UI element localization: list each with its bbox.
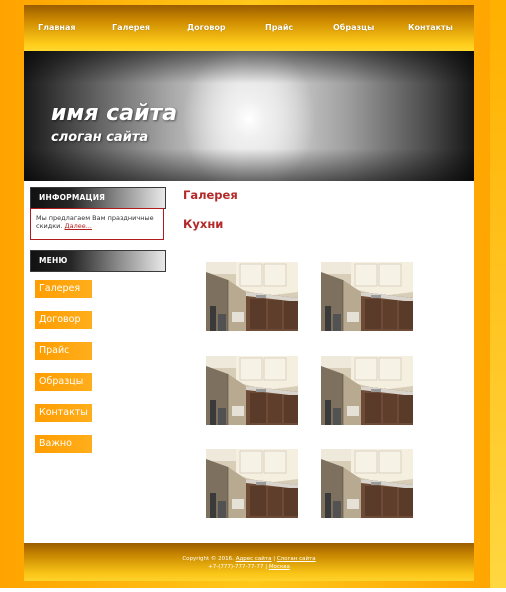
footer-phone: +7-(777)-777-77-77 — [208, 564, 264, 570]
site-name: имя сайта — [51, 101, 178, 126]
page-title: Галерея — [183, 188, 238, 202]
header-banner: имя сайта слоган сайта — [24, 51, 474, 181]
footer-copyright: Copyright © 2016. — [182, 556, 234, 562]
top-navigation: Главная Галерея Договор Прайс Образцы Ко… — [24, 5, 474, 51]
menu-box-title: МЕНЮ — [39, 256, 68, 265]
info-box-title: ИНФОРМАЦИЯ — [39, 193, 106, 202]
footer-separator: | — [273, 556, 276, 562]
menu-item-contract[interactable]: Договор — [35, 311, 92, 329]
footer-site-slogan-link[interactable]: Слоган сайта — [277, 556, 316, 562]
menu-item-contacts[interactable]: Контакты — [35, 404, 92, 422]
nav-gallery-link[interactable]: Галерея — [112, 23, 150, 32]
info-box-header: ИНФОРМАЦИЯ — [30, 187, 166, 209]
kitchen-photo-1[interactable] — [206, 262, 298, 331]
footer-site-address-link[interactable]: Адрес сайта — [236, 556, 272, 562]
footer-line-2: +7-(777)-777-77-77 | Москва — [24, 564, 474, 570]
menu-item-important[interactable]: Важно — [35, 435, 92, 453]
footer-separator-2: | — [265, 564, 268, 570]
menu-item-samples[interactable]: Образцы — [35, 373, 92, 391]
nav-samples-link[interactable]: Образцы — [333, 23, 374, 32]
nav-home-link[interactable]: Главная — [38, 23, 75, 32]
kitchen-photo-5[interactable] — [206, 449, 298, 518]
menu-item-price[interactable]: Прайс — [35, 342, 92, 360]
info-text: Мы предлагаем Вам праздничные скидки. — [36, 214, 154, 230]
info-box: Мы предлагаем Вам праздничные скидки. Да… — [30, 208, 164, 240]
info-box-text: Мы предлагаем Вам праздничные скидки. Да… — [36, 214, 160, 230]
footer-line-1: Copyright © 2016. Адрес сайта | Слоган с… — [24, 556, 474, 562]
footer-city-link[interactable]: Москва — [269, 564, 290, 570]
page-footer: Copyright © 2016. Адрес сайта | Слоган с… — [24, 543, 474, 581]
kitchen-photo-3[interactable] — [206, 356, 298, 425]
nav-contract-link[interactable]: Договор — [187, 23, 226, 32]
section-title: Кухни — [183, 217, 224, 231]
nav-contacts-link[interactable]: Контакты — [408, 23, 453, 32]
info-more-link[interactable]: Далее... — [65, 222, 92, 230]
kitchen-photo-6[interactable] — [321, 449, 413, 518]
site-slogan: слоган сайта — [51, 130, 149, 145]
page-container: Главная Галерея Договор Прайс Образцы Ко… — [24, 5, 474, 581]
nav-price-link[interactable]: Прайс — [265, 23, 293, 32]
kitchen-photo-4[interactable] — [321, 356, 413, 425]
menu-item-gallery[interactable]: Галерея — [35, 280, 92, 298]
kitchen-photo-2[interactable] — [321, 262, 413, 331]
menu-box-header: МЕНЮ — [30, 250, 166, 272]
